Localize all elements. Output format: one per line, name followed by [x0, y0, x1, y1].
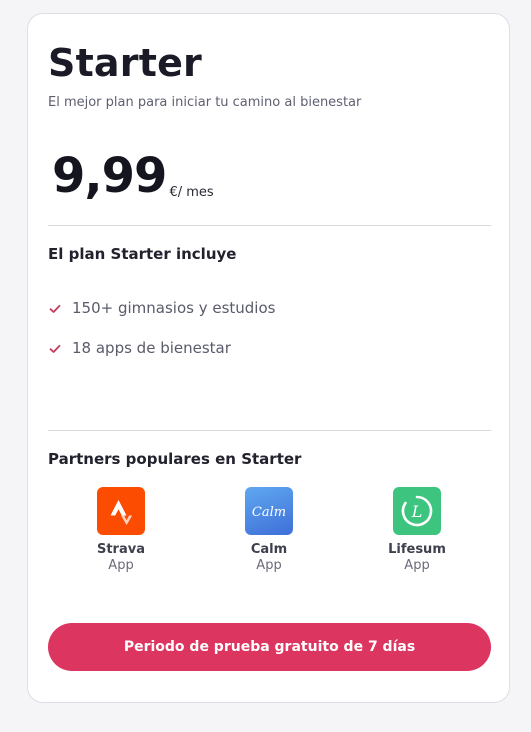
partner-type: App: [256, 557, 282, 573]
partner-type: App: [404, 557, 430, 573]
partner-name: Strava: [96, 542, 145, 557]
price-unit: €/ mes: [169, 185, 214, 200]
partner-type: App: [108, 557, 134, 573]
lifesum-logo-icon: L: [393, 487, 441, 535]
partner-calm[interactable]: Calm Calm App: [219, 487, 319, 574]
svg-text:Calm: Calm: [252, 505, 286, 520]
divider: [48, 430, 491, 431]
feature-item: 18 apps de bienestar: [48, 328, 275, 368]
plan-card: Starter El mejor plan para iniciar tu ca…: [27, 13, 510, 703]
partners-heading: Partners populares en Starter: [48, 450, 302, 468]
partner-name: Lifesum: [388, 542, 446, 557]
divider: [48, 225, 491, 226]
price-amount: 9,99: [52, 148, 167, 204]
partners-list: Strava App Calm Calm App L Lifesum App: [48, 487, 491, 587]
feature-list: 150+ gimnasios y estudios 18 apps de bie…: [48, 288, 275, 368]
price: 9,99 €/ mes: [52, 152, 214, 200]
plan-title: Starter: [48, 41, 202, 85]
check-icon: [48, 301, 62, 315]
strava-logo-icon: [97, 487, 145, 535]
free-trial-button[interactable]: Periodo de prueba gratuito de 7 días: [48, 623, 491, 671]
includes-heading: El plan Starter incluye: [48, 245, 237, 263]
check-icon: [48, 341, 62, 355]
partner-strava[interactable]: Strava App: [71, 487, 171, 574]
partner-name: Calm: [250, 542, 288, 557]
feature-label: 150+ gimnasios y estudios: [72, 299, 276, 317]
calm-logo-icon: Calm: [245, 487, 293, 535]
plan-subtitle: El mejor plan para iniciar tu camino al …: [48, 95, 362, 110]
feature-item: 150+ gimnasios y estudios: [48, 288, 275, 328]
partner-lifesum[interactable]: L Lifesum App: [367, 487, 467, 574]
feature-label: 18 apps de bienestar: [72, 339, 231, 357]
svg-text:L: L: [411, 502, 423, 521]
